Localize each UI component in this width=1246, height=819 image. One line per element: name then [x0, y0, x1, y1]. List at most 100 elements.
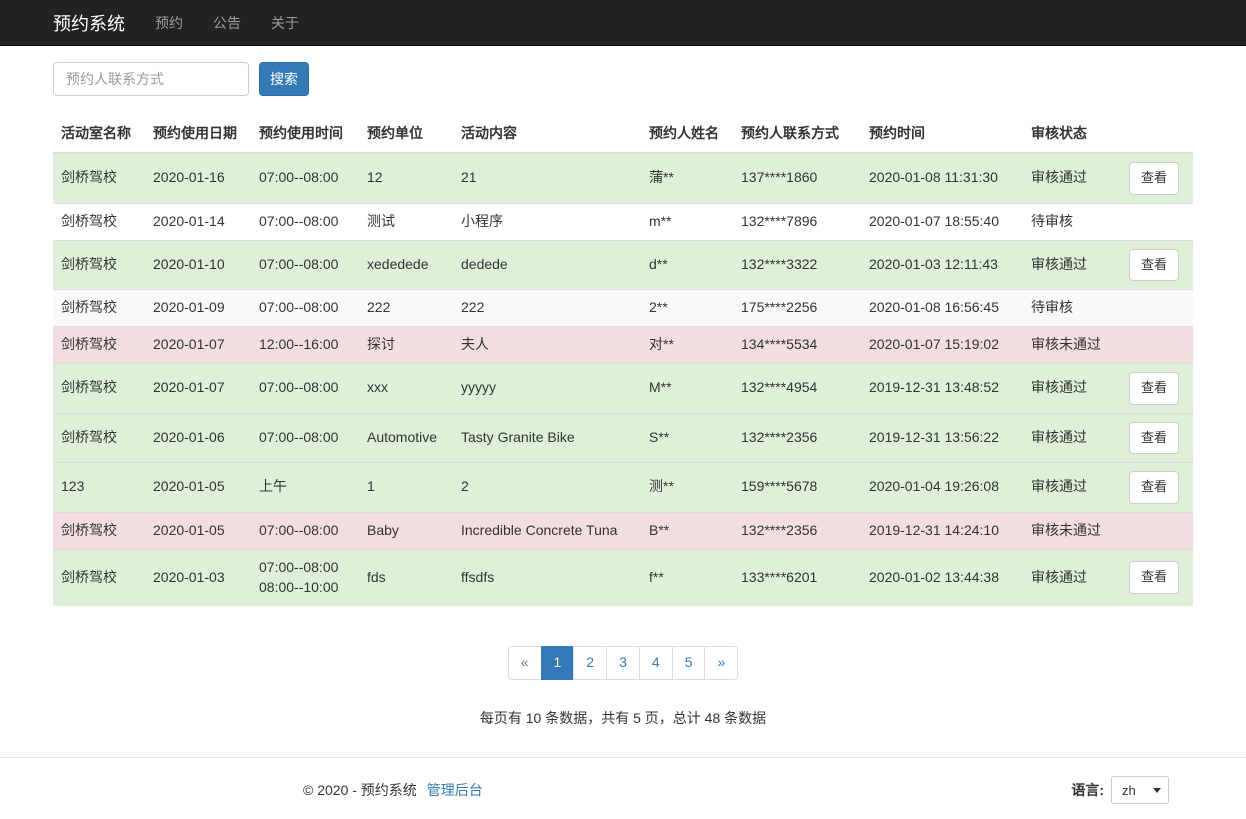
column-header: 预约时间: [861, 116, 1023, 154]
cell-room: 剑桥驾校: [53, 239, 145, 290]
cell-name: B**: [641, 511, 733, 550]
cell-content: ffsdfs: [453, 548, 641, 606]
brand[interactable]: 预约系统: [38, 10, 140, 36]
page-3[interactable]: 3: [606, 645, 640, 680]
nav-link-reserve[interactable]: 预约: [140, 13, 198, 33]
table-row: 123 2020-01-05 上午 1 2 测** 159****5678 2020-01-0…: [53, 462, 1193, 513]
cell-name: 对**: [641, 326, 733, 364]
footer: © 2020 - 预约系统 管理后台 语言: zh: [0, 757, 1246, 819]
cell-room: 剑桥驾校: [53, 326, 145, 364]
column-header: 活动室名称: [53, 116, 145, 154]
language-control: 语言: zh: [1071, 776, 1169, 804]
nav-item-about[interactable]: 关于: [256, 13, 314, 33]
cell-date: 2020-01-03: [145, 548, 251, 606]
cell-phone: 132****4954: [733, 363, 861, 414]
view-button[interactable]: 查看: [1128, 248, 1179, 282]
cell-booked-at: 2020-01-04 19:26:08: [861, 462, 1023, 513]
table-row: 剑桥驾校 2020-01-07 07:00--08:00 xxx yyyyy M** 132…: [53, 363, 1193, 414]
view-button[interactable]: 查看: [1128, 561, 1179, 594]
cell-room: 剑桥驾校: [53, 548, 145, 606]
page-2-link[interactable]: 2: [573, 645, 608, 680]
column-header: 预约人姓名: [641, 116, 733, 154]
nav-item-notice[interactable]: 公告: [198, 13, 256, 33]
cell-date: 2020-01-10: [145, 239, 251, 290]
cell-date: 2020-01-07: [145, 326, 251, 364]
cell-status: 待审核: [1023, 202, 1115, 241]
view-button[interactable]: 查看: [1128, 471, 1179, 504]
table-body: 剑桥驾校 2020-01-16 07:00--08:00 12 21 蒲** 137****…: [53, 152, 1193, 606]
page-1[interactable]: 1: [540, 645, 575, 680]
page-4[interactable]: 4: [638, 645, 673, 680]
table-row: 剑桥驾校 2020-01-05 07:00--08:00 Baby Incredible…: [53, 511, 1193, 550]
language-select-wrap: zh: [1111, 776, 1169, 804]
cell-phone: 134****5534: [733, 326, 861, 364]
page-3-link[interactable]: 3: [606, 645, 640, 680]
language-select[interactable]: zh: [1111, 776, 1169, 804]
cell-content: Incredible Concrete Tuna: [453, 511, 641, 550]
cell-content: 夫人: [453, 326, 641, 364]
cell-status: 审核通过: [1023, 548, 1115, 606]
cell-time: 上午: [251, 462, 359, 513]
nav-item-reserve[interactable]: 预约: [140, 13, 198, 33]
cell-content: 2: [453, 462, 641, 513]
cell-name: f**: [641, 548, 733, 606]
cell-phone: 133****6201: [733, 548, 861, 606]
column-header: 预约单位: [359, 116, 453, 154]
cell-status: 审核未通过: [1023, 511, 1115, 550]
cell-action: 查看: [1115, 412, 1193, 463]
view-button[interactable]: 查看: [1128, 421, 1179, 455]
cell-content: 小程序: [453, 202, 641, 241]
cell-name: 蒲**: [641, 152, 733, 204]
cell-action: 查看: [1115, 239, 1193, 290]
view-button[interactable]: 查看: [1128, 161, 1179, 195]
nav-link-about[interactable]: 关于: [256, 13, 314, 33]
page-1-link[interactable]: 1: [540, 645, 575, 680]
cell-unit: xededede: [359, 239, 453, 290]
cell-action: 查看: [1115, 548, 1193, 606]
cell-action: [1115, 511, 1193, 550]
search-button[interactable]: 搜索: [259, 62, 309, 96]
column-header: 预约使用时间: [251, 116, 359, 154]
cell-status: 审核通过: [1023, 462, 1115, 513]
cell-content: 222: [453, 289, 641, 327]
cell-room: 剑桥驾校: [53, 202, 145, 241]
table-row: 剑桥驾校 2020-01-10 07:00--08:00 xededede dedede…: [53, 239, 1193, 290]
cell-time: 07:00--08:00: [251, 289, 359, 327]
cell-unit: 测试: [359, 202, 453, 241]
column-header: 预约人联系方式: [733, 116, 861, 154]
search-input[interactable]: [53, 62, 249, 96]
page-2[interactable]: 2: [573, 645, 608, 680]
cell-content: Tasty Granite Bike: [453, 412, 641, 463]
cell-name: 2**: [641, 289, 733, 327]
cell-phone: 132****7896: [733, 202, 861, 241]
page-next-link[interactable]: »: [704, 645, 739, 680]
table-row: 剑桥驾校 2020-01-14 07:00--08:00 测试 小程序 m** 132***…: [53, 202, 1193, 241]
page-5-link[interactable]: 5: [671, 645, 706, 680]
cell-date: 2020-01-05: [145, 511, 251, 550]
cell-content: dedede: [453, 239, 641, 290]
cell-status: 审核未通过: [1023, 326, 1115, 364]
cell-time: 07:00--08:00: [251, 511, 359, 550]
cell-time: 07:00--08:00 08:00--10:00: [251, 548, 359, 606]
cell-room: 剑桥驾校: [53, 363, 145, 414]
page-next[interactable]: »: [704, 645, 739, 680]
page-prev-link: «: [507, 645, 542, 680]
cell-date: 2020-01-07: [145, 363, 251, 414]
pagination-container: «1 2 3 4 5»: [53, 645, 1193, 680]
cell-phone: 132****2356: [733, 511, 861, 550]
cell-date: 2020-01-14: [145, 202, 251, 241]
cell-booked-at: 2020-01-08 11:31:30: [861, 152, 1023, 204]
page-summary: 每页有 10 条数据，共有 5 页，总计 48 条数据: [479, 709, 767, 726]
cell-time: 07:00--08:00: [251, 363, 359, 414]
view-button[interactable]: 查看: [1128, 372, 1179, 405]
cell-phone: 132****2356: [733, 412, 861, 463]
table-header-row: 活动室名称 预约使用日期 预约使用时间 预约单位 活动内容 预约人姓名 预约人联系方式 预约时…: [53, 116, 1193, 154]
admin-link[interactable]: 管理后台: [427, 780, 483, 800]
cell-time: 07:00--08:00: [251, 239, 359, 290]
page-5[interactable]: 5: [671, 645, 706, 680]
cell-phone: 159****5678: [733, 462, 861, 513]
page-prev: «: [507, 645, 542, 680]
nav-link-notice[interactable]: 公告: [198, 13, 256, 33]
copyright: © 2020 - 预约系统: [303, 782, 417, 798]
page-4-link[interactable]: 4: [638, 645, 673, 680]
